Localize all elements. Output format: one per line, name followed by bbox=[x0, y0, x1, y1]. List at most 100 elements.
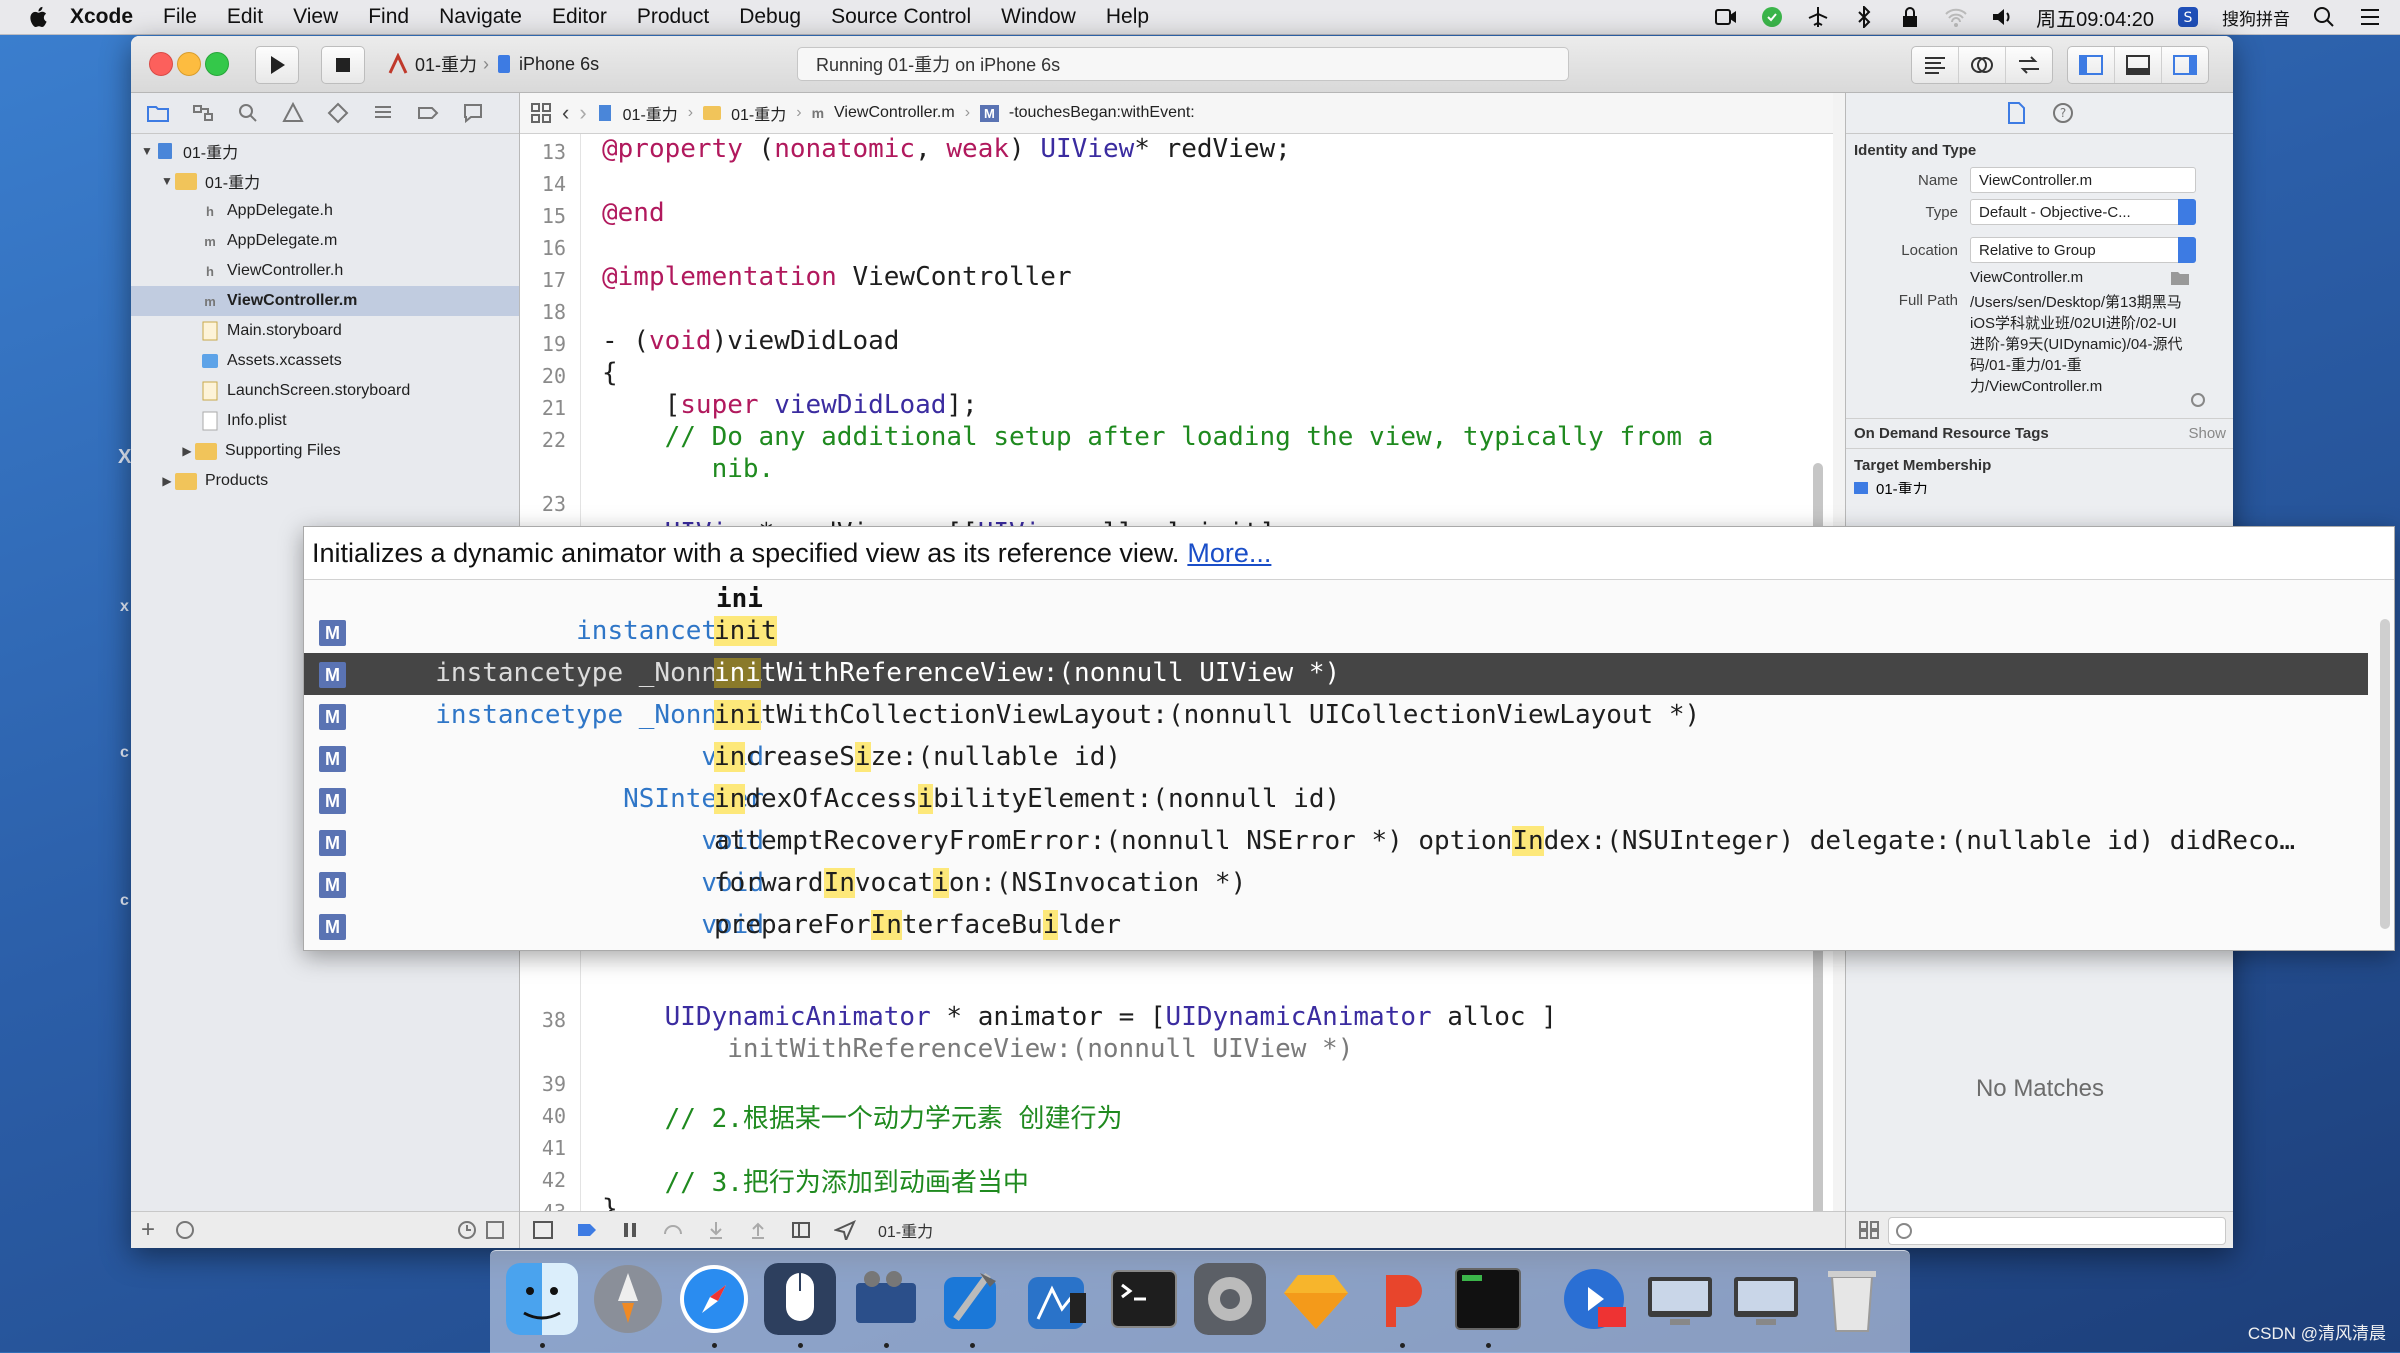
tree-item-group[interactable]: ▼ 01-重力 bbox=[131, 166, 519, 196]
airplane-icon[interactable] bbox=[1806, 6, 1830, 28]
notification-center-icon[interactable] bbox=[2358, 6, 2382, 28]
more-link[interactable]: More... bbox=[1187, 538, 1271, 569]
quick-help-icon[interactable]: ? bbox=[2052, 102, 2074, 124]
disclosure-open-icon[interactable]: ▼ bbox=[159, 174, 175, 188]
menu-xcode[interactable]: Xcode bbox=[70, 5, 133, 29]
wifi-icon[interactable] bbox=[1944, 6, 1968, 28]
step-out-icon[interactable] bbox=[748, 1220, 768, 1240]
run-button[interactable] bbox=[255, 46, 299, 84]
breadcrumb-group[interactable]: 01-重力 bbox=[731, 101, 786, 125]
toggle-debug-area-icon[interactable] bbox=[2115, 47, 2162, 83]
disclosure-closed-icon[interactable]: ▶ bbox=[159, 474, 175, 488]
standard-editor-icon[interactable] bbox=[1912, 47, 1959, 83]
spotlight-search-icon[interactable] bbox=[2312, 6, 2336, 28]
menu-clock[interactable]: 周五09:04:20 bbox=[2036, 3, 2154, 32]
find-tab-icon[interactable] bbox=[235, 100, 261, 126]
menu-window[interactable]: Window bbox=[1001, 5, 1076, 29]
issue-tab-icon[interactable] bbox=[280, 100, 306, 126]
xcode-icon[interactable] bbox=[936, 1263, 1008, 1335]
keynote-icon[interactable] bbox=[850, 1263, 922, 1335]
menu-help[interactable]: Help bbox=[1106, 5, 1149, 29]
step-over-icon[interactable] bbox=[662, 1220, 684, 1240]
sync-status-icon[interactable] bbox=[1760, 6, 1784, 28]
completion-item[interactable]: M instancetype _Nonnull initWithCollecti… bbox=[304, 695, 2368, 737]
tree-item-file[interactable]: h ViewController.h bbox=[131, 256, 519, 286]
type-select[interactable]: Default - Objective-C... bbox=[1970, 199, 2196, 225]
pause-icon[interactable] bbox=[620, 1220, 640, 1240]
tree-item-file[interactable]: h AppDelegate.h bbox=[131, 196, 519, 226]
test-tab-icon[interactable] bbox=[325, 100, 351, 126]
library-filter-input[interactable] bbox=[1888, 1217, 2226, 1245]
terminal-icon[interactable] bbox=[1108, 1263, 1180, 1335]
completion-item-selected[interactable]: M instancetype _Nonnull initWithReferenc… bbox=[304, 653, 2368, 695]
view-hierarchy-icon[interactable] bbox=[790, 1220, 812, 1240]
mouse-app-icon[interactable] bbox=[764, 1263, 836, 1335]
paw-app-icon[interactable] bbox=[1366, 1263, 1438, 1335]
scm-filter-icon[interactable] bbox=[485, 1220, 505, 1240]
menu-navigate[interactable]: Navigate bbox=[439, 5, 522, 29]
completion-item[interactable]: M void prepareForInterfaceBuilder bbox=[304, 905, 2368, 947]
simulate-location-icon[interactable] bbox=[834, 1220, 856, 1240]
completion-item[interactable]: M instancetype init bbox=[304, 611, 2368, 653]
quicktime-icon[interactable] bbox=[1558, 1263, 1630, 1335]
stop-button[interactable] bbox=[321, 46, 365, 84]
finder-icon[interactable] bbox=[506, 1263, 578, 1335]
tree-item-file[interactable]: Main.storyboard bbox=[131, 316, 519, 346]
minimize-window-button[interactable] bbox=[177, 52, 201, 76]
apple-menu-icon[interactable] bbox=[26, 4, 52, 30]
menu-product[interactable]: Product bbox=[637, 5, 709, 29]
toggle-navigator-icon[interactable] bbox=[2068, 47, 2115, 83]
breadcrumb-symbol[interactable]: -touchesBegan:withEvent: bbox=[1009, 104, 1195, 122]
choose-folder-icon[interactable] bbox=[2170, 270, 2190, 286]
version-editor-icon[interactable] bbox=[2006, 47, 2052, 83]
tree-item-project[interactable]: ▼ 01-重力 bbox=[131, 136, 519, 166]
related-items-icon[interactable] bbox=[530, 102, 552, 124]
back-arrow-icon[interactable]: ‹ bbox=[562, 100, 569, 126]
grid-view-icon[interactable] bbox=[1858, 1220, 1880, 1240]
menu-view[interactable]: View bbox=[293, 5, 338, 29]
menu-edit[interactable]: Edit bbox=[227, 5, 263, 29]
zoom-window-button[interactable] bbox=[205, 52, 229, 76]
breadcrumb-file[interactable]: ViewController.m bbox=[834, 104, 955, 122]
menu-file[interactable]: File bbox=[163, 5, 197, 29]
tree-item-file[interactable]: Info.plist bbox=[131, 406, 519, 436]
name-field[interactable]: ViewController.m bbox=[1970, 167, 2196, 193]
completion-scrollbar[interactable] bbox=[2380, 619, 2390, 929]
file-inspector-icon[interactable] bbox=[2006, 101, 2026, 125]
forward-arrow-icon[interactable]: › bbox=[579, 100, 586, 126]
console-icon[interactable] bbox=[1452, 1263, 1524, 1335]
close-window-button[interactable] bbox=[149, 52, 173, 76]
tree-item-file[interactable]: LaunchScreen.storyboard bbox=[131, 376, 519, 406]
completion-item[interactable]: M NSInteger indexOfAccessibilityElement:… bbox=[304, 779, 2368, 821]
toggle-utilities-icon[interactable] bbox=[2162, 47, 2208, 83]
simulator-window-icon[interactable] bbox=[1730, 1263, 1802, 1335]
filter-icon[interactable] bbox=[175, 1220, 195, 1240]
recent-files-icon[interactable] bbox=[457, 1220, 477, 1240]
target-checkbox[interactable] bbox=[1854, 482, 1868, 494]
lock-icon[interactable] bbox=[1898, 6, 1922, 28]
trash-icon[interactable] bbox=[1816, 1263, 1888, 1335]
scheme-selector[interactable]: 01-重力 › iPhone 6s bbox=[387, 49, 599, 79]
menu-find[interactable]: Find bbox=[368, 5, 409, 29]
system-preferences-icon[interactable] bbox=[1194, 1263, 1266, 1335]
tree-item-file-selected[interactable]: m ViewController.m bbox=[131, 286, 519, 316]
bluetooth-icon[interactable] bbox=[1852, 6, 1876, 28]
completion-item[interactable]: M void increaseSize:(nullable id) bbox=[304, 737, 2368, 779]
disclosure-open-icon[interactable]: ▼ bbox=[139, 144, 155, 158]
report-tab-icon[interactable] bbox=[460, 100, 486, 126]
tree-item-file[interactable]: m AppDelegate.m bbox=[131, 226, 519, 256]
input-method-label[interactable]: 搜狗拼音 bbox=[2222, 5, 2290, 30]
screen-record-icon[interactable] bbox=[1714, 6, 1738, 28]
tree-item-group[interactable]: ▶ Products bbox=[131, 466, 519, 496]
symbol-tab-icon[interactable] bbox=[190, 100, 216, 126]
breakpoint-tab-icon[interactable] bbox=[415, 100, 441, 126]
disclosure-closed-icon[interactable]: ▶ bbox=[179, 444, 195, 458]
step-into-icon[interactable] bbox=[706, 1220, 726, 1240]
launchpad-icon[interactable] bbox=[592, 1263, 664, 1335]
instruments-icon[interactable] bbox=[1022, 1263, 1094, 1335]
menu-source-control[interactable]: Source Control bbox=[831, 5, 971, 29]
hide-debug-area-icon[interactable] bbox=[532, 1220, 554, 1240]
simulator-window-icon[interactable] bbox=[1644, 1263, 1716, 1335]
menu-editor[interactable]: Editor bbox=[552, 5, 607, 29]
tree-item-group[interactable]: ▶ Supporting Files bbox=[131, 436, 519, 466]
